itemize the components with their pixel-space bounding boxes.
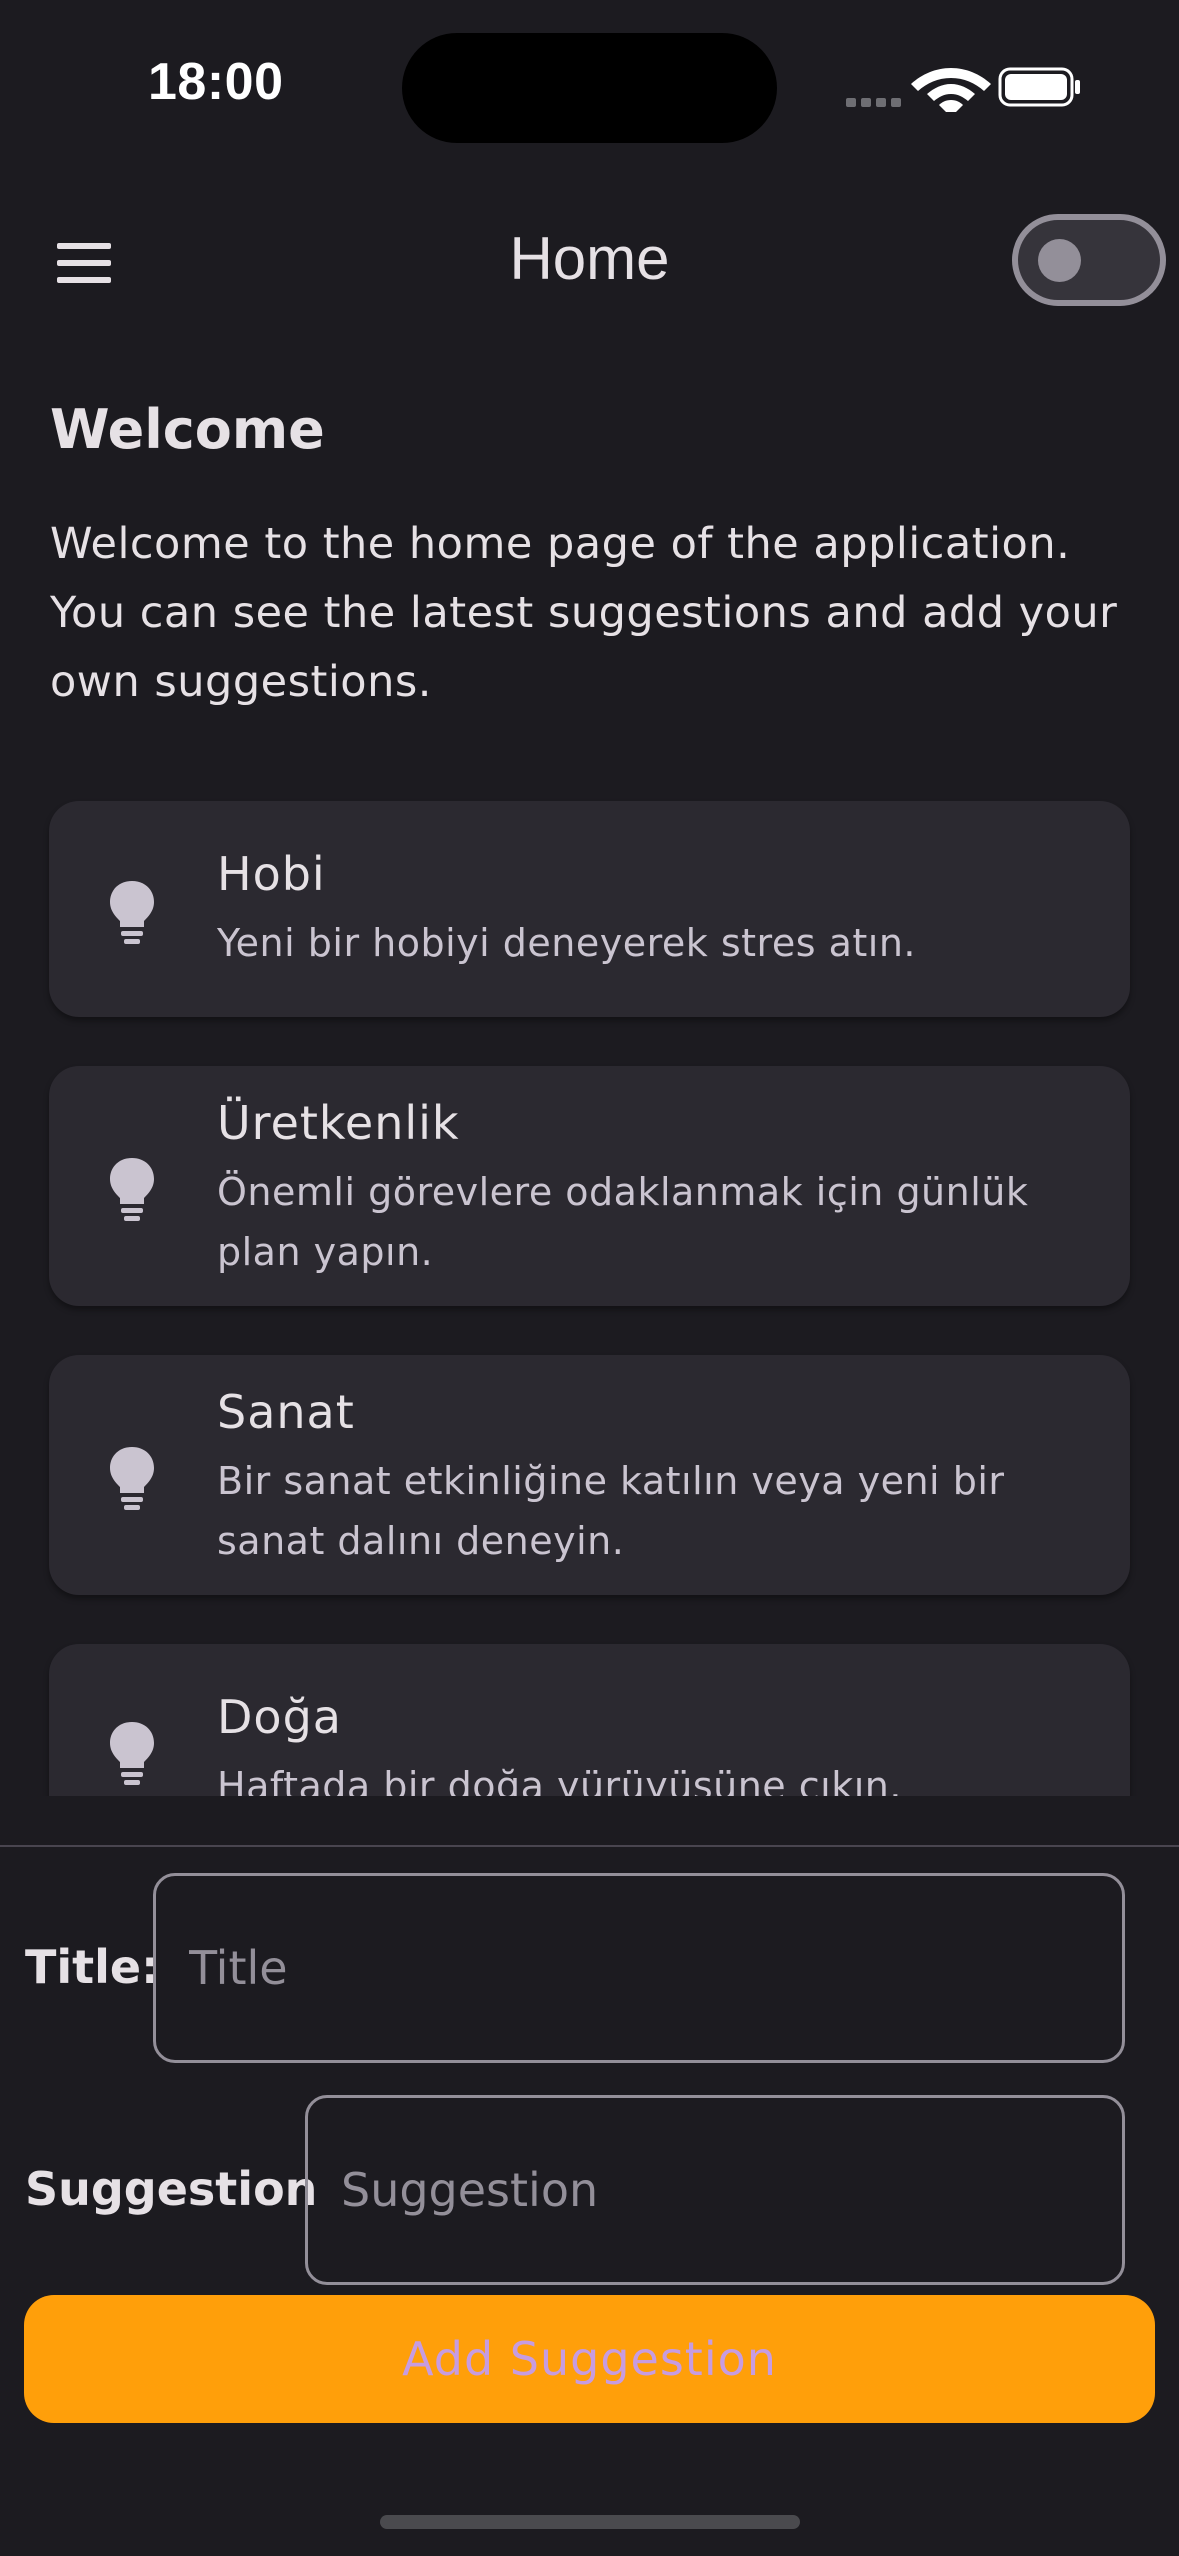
theme-toggle[interactable] (1012, 214, 1166, 306)
suggestion-title: Hobi (217, 847, 326, 901)
dynamic-island (402, 33, 777, 143)
welcome-heading: Welcome (50, 398, 325, 461)
suggestion-card[interactable]: Doğa Haftada bir doğa yürüyüşüne çıkın. (49, 1644, 1130, 1796)
suggestion-description: Bir sanat etkinliğine katılın veya yeni … (217, 1459, 1005, 1563)
lightbulb-icon (110, 1722, 154, 1785)
status-icons (840, 60, 1090, 117)
wifi-icon (911, 68, 991, 117)
suggestion-description: Yeni bir hobiyi deneyerek stres atın. (217, 921, 917, 965)
suggestion-label: Suggestion (25, 2162, 318, 2216)
page-title: Home (509, 225, 670, 292)
suggestion-description: Haftada bir doğa yürüyüşüne çıkın. (217, 1764, 902, 1796)
suggestion-title: Üretkenlik (217, 1096, 460, 1150)
welcome-text: Welcome to the home page of the applicat… (50, 519, 1118, 707)
lightbulb-icon (110, 881, 154, 944)
lightbulb-icon (110, 1158, 154, 1221)
add-suggestion-button[interactable]: Add Suggestion (24, 2295, 1155, 2423)
status-time: 18:00 (148, 53, 284, 111)
suggestion-description: Önemli görevlere odaklanmak için günlük … (217, 1170, 1029, 1274)
app-screen: 18:00 Home Welcome Welcome to the home p… (0, 0, 1179, 2556)
suggestion-input[interactable] (305, 2095, 1125, 2285)
title-input[interactable] (153, 1873, 1125, 2063)
lightbulb-icon (110, 1447, 154, 1510)
suggestion-card[interactable]: Sanat Bir sanat etkinliğine katılın veya… (49, 1355, 1130, 1595)
suggestion-card[interactable]: Üretkenlik Önemli görevlere odaklanmak i… (49, 1066, 1130, 1306)
suggestion-title: Doğa (217, 1690, 342, 1744)
cellular-signal-icon (846, 98, 901, 107)
battery-icon (998, 67, 1080, 107)
divider (0, 1845, 1179, 1847)
suggestion-title: Sanat (217, 1385, 355, 1439)
toggle-knob (1038, 239, 1081, 282)
suggestion-card[interactable]: Hobi Yeni bir hobiyi deneyerek stres atı… (49, 801, 1130, 1017)
suggestion-list[interactable]: Hobi Yeni bir hobiyi deneyerek stres atı… (0, 780, 1179, 1796)
home-indicator[interactable] (380, 2515, 800, 2529)
title-label: Title: (25, 1940, 160, 1994)
